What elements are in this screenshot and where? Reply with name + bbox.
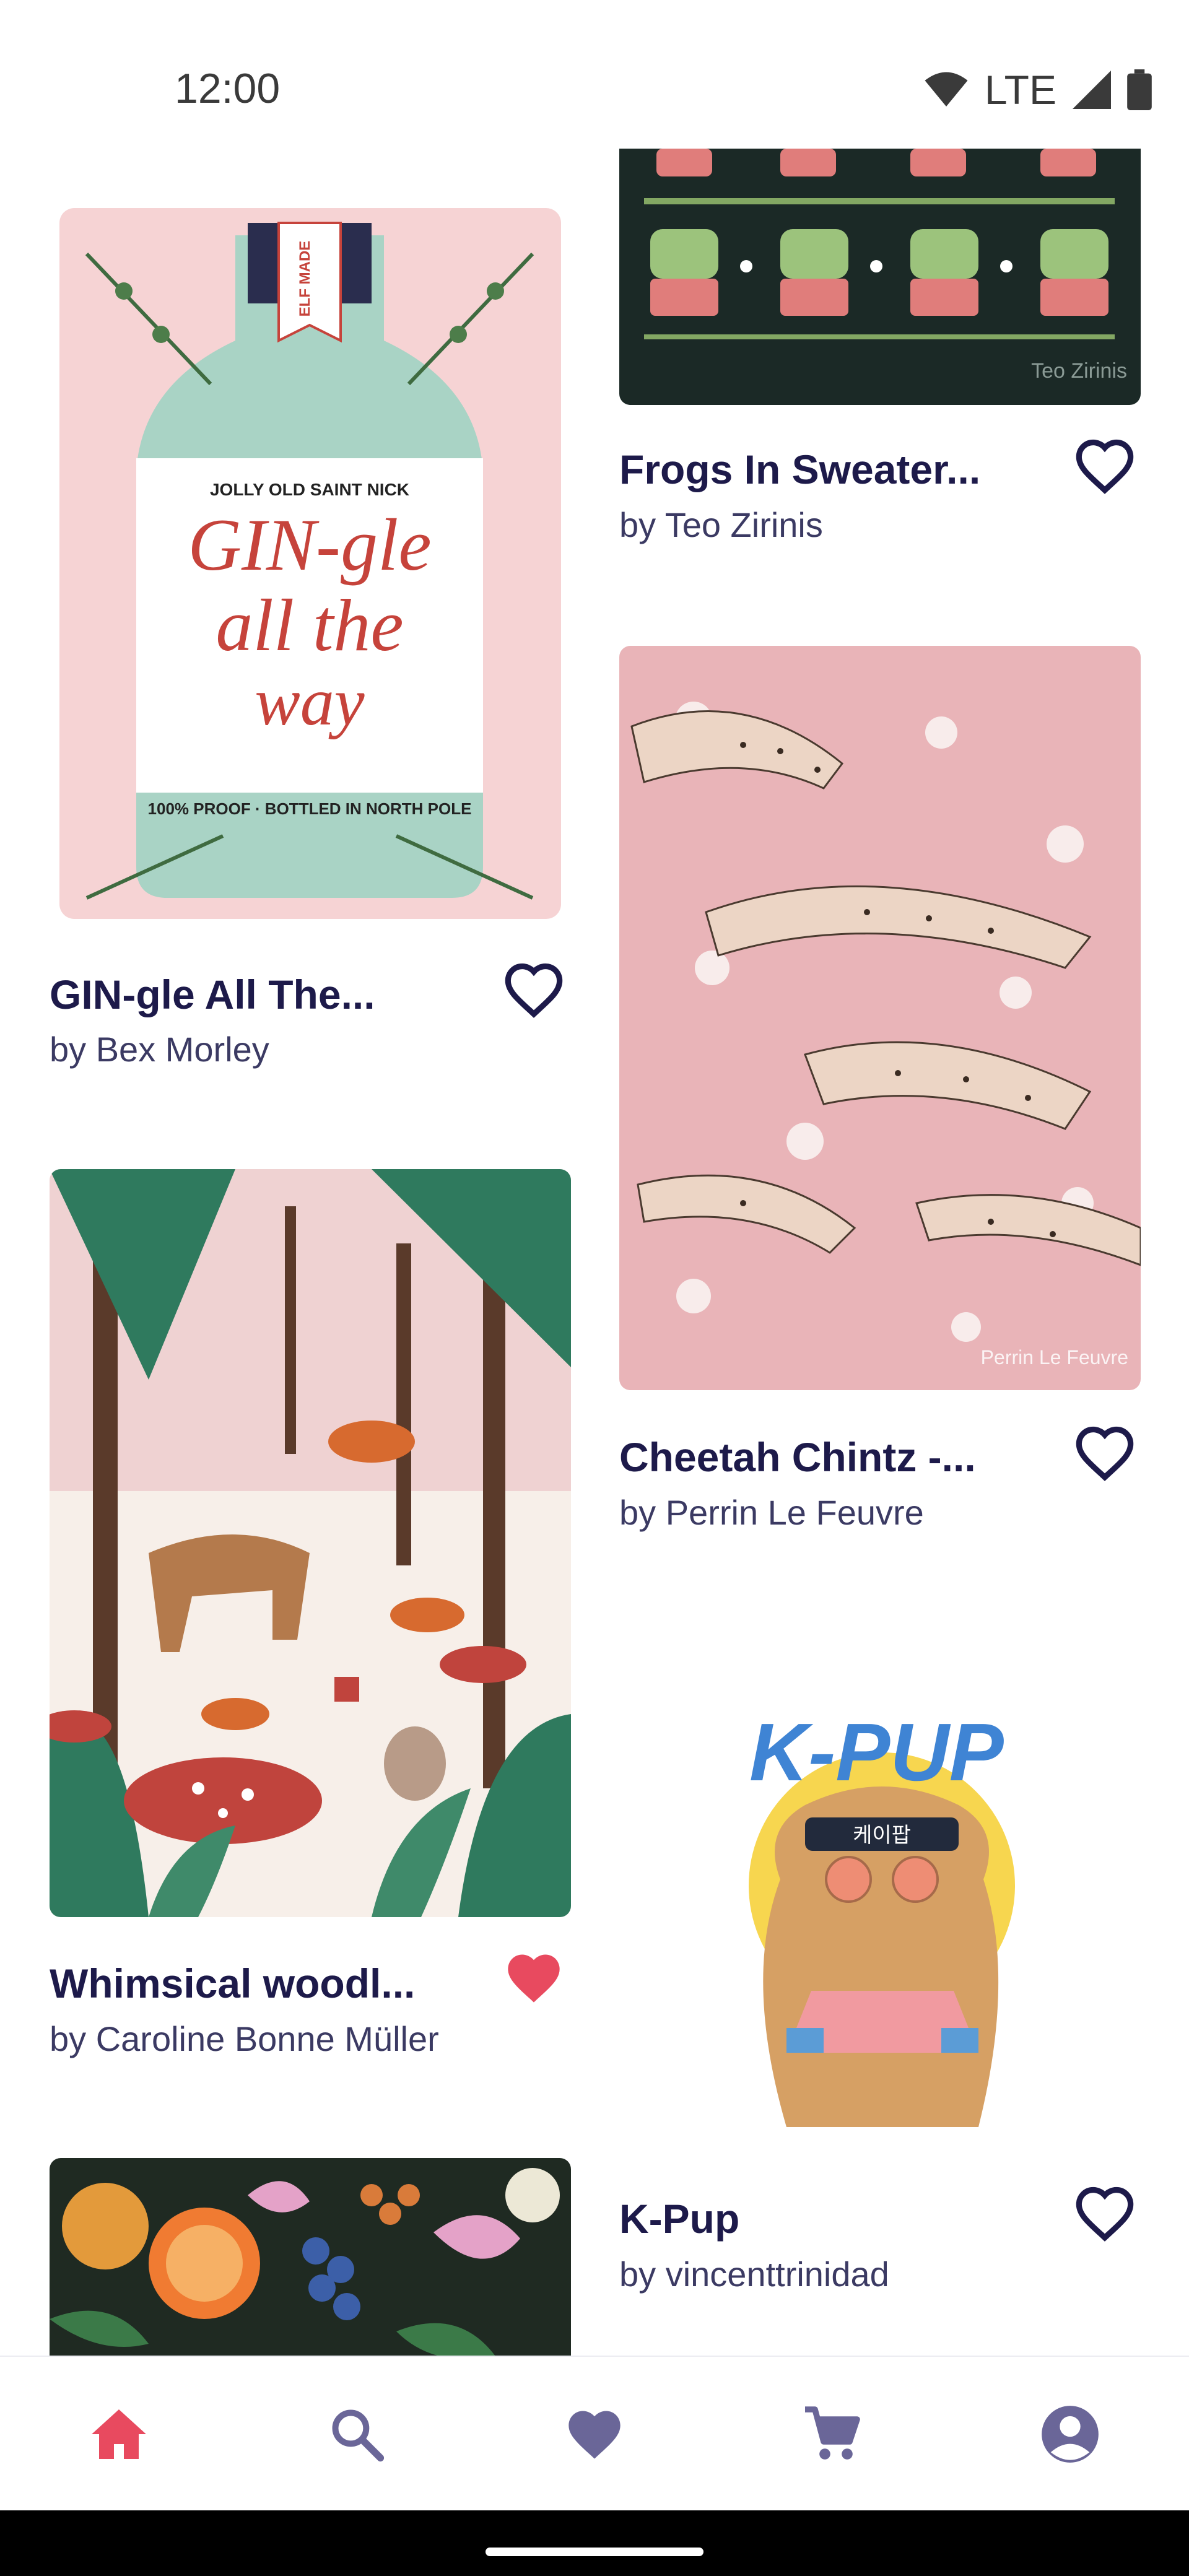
product-image-frogs[interactable]: Teo Zirinis — [619, 124, 1141, 405]
search-icon — [332, 2409, 385, 2462]
product-feed[interactable]: Teo Zirinis Frogs In Sweater... by Teo Z… — [0, 0, 1189, 2356]
account-icon — [1042, 2406, 1099, 2463]
gin-art-line2: all the — [216, 584, 403, 666]
product-artist[interactable]: by Teo Zirinis — [619, 505, 823, 545]
gin-art-top: JOLLY OLD SAINT NICK — [210, 480, 409, 499]
product-artist[interactable]: by Perrin Le Feuvre — [619, 1492, 924, 1533]
gin-art-bottom: 100% PROOF · BOTTLED IN NORTH POLE — [148, 799, 472, 818]
battery-icon — [1127, 69, 1152, 110]
bottom-navigation — [0, 2356, 1189, 2512]
home-gesture-pill[interactable] — [486, 2548, 703, 2556]
favorite-button[interactable] — [1070, 431, 1139, 500]
nav-favorites[interactable] — [545, 2385, 644, 2484]
product-title[interactable]: K-Pup — [619, 2195, 739, 2242]
network-type: LTE — [984, 67, 1056, 113]
product-title[interactable]: Whimsical woodl... — [50, 1960, 415, 2007]
product-artist[interactable]: by vincenttrinidad — [619, 2254, 889, 2294]
product-title[interactable]: Frogs In Sweater... — [619, 446, 980, 493]
cheetah-art-signature: Perrin Le Feuvre — [981, 1346, 1128, 1368]
product-artist[interactable]: by Bex Morley — [50, 1029, 269, 1069]
heart-icon — [568, 2411, 621, 2459]
heart-outline-icon — [1076, 2187, 1134, 2242]
gin-art-line1: GIN-gle — [188, 503, 431, 586]
product-image-kpup[interactable]: K-PUP 케이팝 — [619, 1595, 1141, 2189]
gin-art-line3: way — [255, 664, 364, 739]
nav-account[interactable] — [1021, 2385, 1120, 2484]
heart-outline-icon — [1076, 439, 1134, 494]
nav-home[interactable] — [69, 2385, 168, 2484]
gin-art-label: ELF MADE — [297, 241, 313, 317]
home-icon — [92, 2409, 146, 2459]
wifi-icon — [925, 72, 968, 107]
favorite-button[interactable] — [499, 1943, 568, 2012]
product-image-gingle[interactable]: ELF MADE JOLLY OLD SAINT NICK GIN-gle al… — [50, 198, 571, 929]
favorite-button[interactable] — [499, 955, 568, 1024]
nav-cart[interactable] — [783, 2385, 882, 2484]
kpup-art-logo: K-PUP — [749, 1707, 1004, 1798]
heart-filled-icon — [508, 1954, 560, 2003]
favorite-button[interactable] — [1070, 1418, 1139, 1487]
cellular-signal-icon — [1073, 71, 1111, 109]
product-title[interactable]: GIN-gle All The... — [50, 971, 375, 1018]
frogs-art-signature: Teo Zirinis — [1031, 359, 1127, 383]
product-image-cheetah[interactable]: Perrin Le Feuvre — [619, 646, 1141, 1390]
status-bar: 12:00 LTE — [0, 0, 1189, 149]
heart-outline-icon — [1076, 1426, 1134, 1481]
favorite-button[interactable] — [1070, 2178, 1139, 2248]
status-time: 12:00 — [175, 65, 281, 112]
product-image-fruit-floral[interactable] — [50, 2158, 571, 2356]
product-title[interactable]: Cheetah Chintz -... — [619, 1434, 976, 1481]
heart-outline-icon — [505, 963, 563, 1018]
system-gesture-bar — [0, 2510, 1189, 2576]
product-image-woodland[interactable] — [50, 1169, 571, 1917]
product-artist[interactable]: by Caroline Bonne Müller — [50, 2019, 439, 2059]
kpup-art-band: 케이팝 — [853, 1823, 911, 1848]
nav-search[interactable] — [307, 2385, 406, 2484]
cart-icon — [805, 2406, 860, 2460]
